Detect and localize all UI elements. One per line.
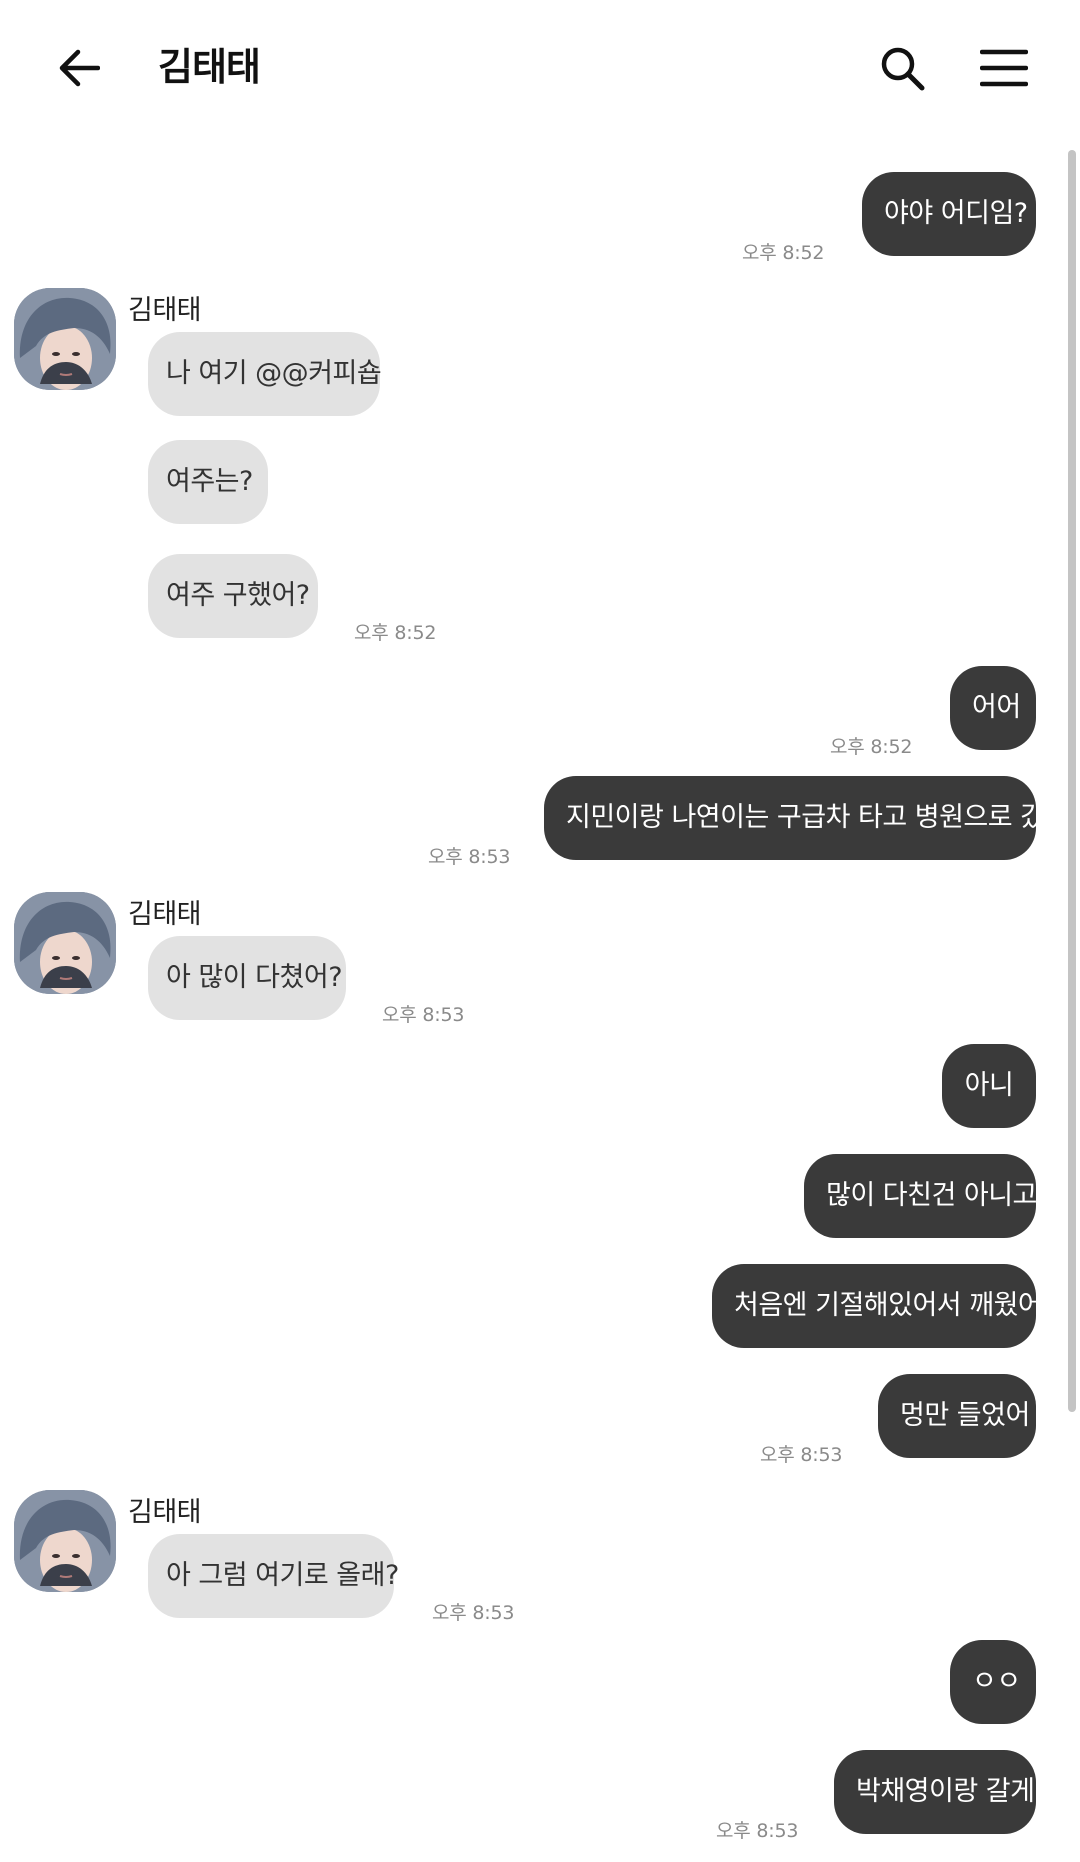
message-timestamp: 오후 8:53 — [382, 1004, 465, 1026]
message-timestamp: 오후 8:52 — [354, 622, 437, 644]
outgoing-message[interactable]: 어어 — [950, 666, 1036, 750]
avatar[interactable] — [14, 288, 116, 390]
message-list: 야야 어디임? 오후 8:52 김태태 나 여기 @@커피숍 여주는? 여주 구… — [0, 0, 1080, 1862]
message-timestamp: 오후 8:53 — [716, 1820, 799, 1842]
outgoing-message[interactable]: 지민이랑 나연이는 구급차 타고 병원으로 갔어 — [544, 776, 1069, 860]
avatar[interactable] — [14, 892, 116, 994]
outgoing-message[interactable]: 박채영이랑 갈게 — [834, 1750, 1036, 1834]
sender-name: 김태태 — [128, 899, 202, 930]
message-timestamp: 오후 8:52 — [830, 736, 913, 758]
outgoing-message[interactable]: ㅇㅇ — [950, 1640, 1036, 1724]
incoming-message[interactable]: 나 여기 @@커피숍 — [148, 332, 382, 416]
sender-name: 김태태 — [128, 295, 202, 326]
incoming-message[interactable]: 아 많이 다쳤어? — [148, 936, 346, 1020]
incoming-message[interactable]: 여주는? — [148, 440, 268, 524]
message-timestamp: 오후 8:52 — [742, 242, 825, 264]
avatar[interactable] — [14, 1490, 116, 1592]
avatar-photo-icon — [14, 288, 116, 390]
avatar-photo-icon — [14, 1490, 116, 1592]
outgoing-message[interactable]: 처음엔 기절해있어서 깨웠어 — [712, 1264, 1043, 1348]
outgoing-message[interactable]: 야야 어디임? — [862, 172, 1036, 256]
outgoing-message[interactable]: 많이 다친건 아니고 — [804, 1154, 1037, 1238]
outgoing-message[interactable]: 멍만 들었어 — [878, 1374, 1036, 1458]
message-timestamp: 오후 8:53 — [432, 1602, 515, 1624]
message-timestamp: 오후 8:53 — [428, 846, 511, 868]
incoming-message[interactable]: 여주 구했어? — [148, 554, 318, 638]
incoming-message[interactable]: 아 그럼 여기로 올래? — [148, 1534, 399, 1618]
outgoing-message[interactable]: 아니 — [942, 1044, 1036, 1128]
avatar-photo-icon — [14, 892, 116, 994]
sender-name: 김태태 — [128, 1497, 202, 1528]
message-timestamp: 오후 8:53 — [760, 1444, 843, 1466]
